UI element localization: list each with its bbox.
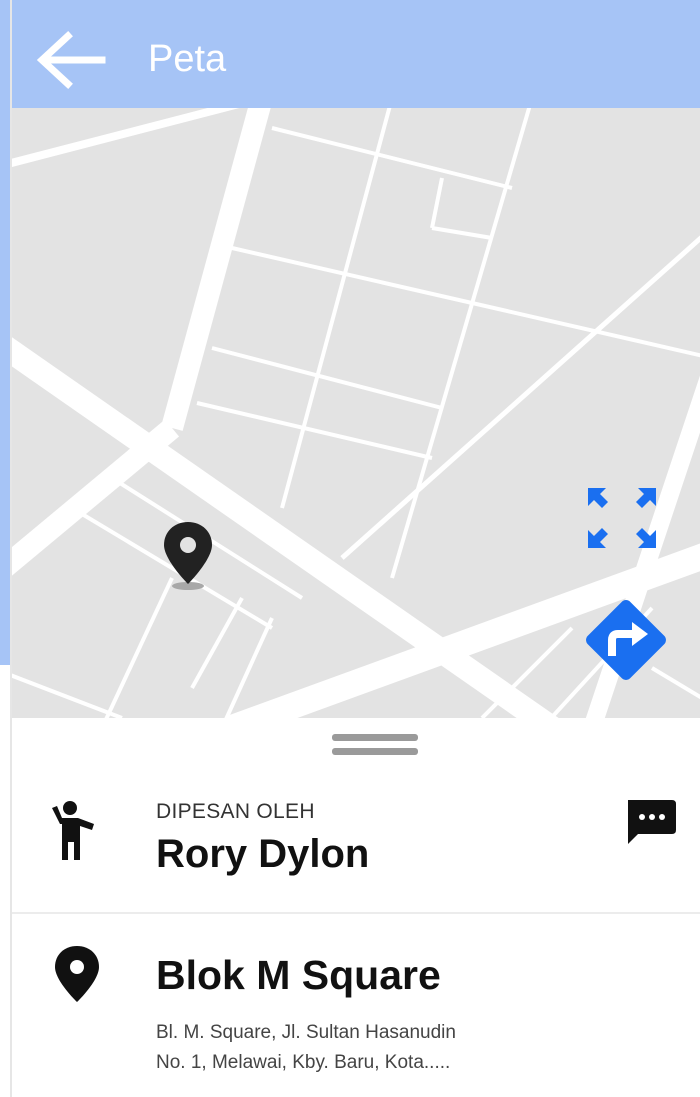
map-screen: Peta DIPESAN OLEH Rory Dylon Blok M Squa… (12, 0, 700, 1097)
arrow-left-icon (36, 31, 106, 89)
booker-name: Rory Dylon (156, 832, 370, 876)
chat-bubble-icon (628, 800, 676, 844)
person-waving-icon (48, 800, 104, 862)
booker-info: DIPESAN OLEH Rory Dylon (12, 778, 700, 914)
chat-button[interactable] (622, 796, 678, 846)
location-pin-icon (52, 944, 102, 1004)
map-pin-icon[interactable] (160, 520, 216, 592)
map-view[interactable] (12, 108, 700, 718)
place-name: Blok M Square (156, 952, 441, 998)
directions-button[interactable] (574, 588, 678, 692)
address-line-1: Bl. M. Square, Jl. Sultan Hasanudin (156, 1022, 456, 1043)
page-title: Peta (148, 38, 227, 80)
background-screen-edge (0, 0, 12, 1097)
turn-right-diamond-icon (586, 600, 666, 680)
expand-arrows-icon (588, 488, 656, 548)
address-line-2: No. 1, Melawai, Kby. Baru, Kota..... (156, 1052, 451, 1073)
back-button[interactable] (34, 30, 106, 90)
destination-info: Blok M Square Bl. M. Square, Jl. Sultan … (12, 914, 700, 1097)
fullscreen-button[interactable] (580, 480, 664, 556)
drag-handle-icon[interactable] (332, 728, 418, 756)
place-address: Bl. M. Square, Jl. Sultan Hasanudin No. … (156, 1018, 576, 1078)
booked-by-label: DIPESAN OLEH (156, 800, 315, 823)
app-bar: Peta (12, 0, 700, 108)
bottom-sheet: DIPESAN OLEH Rory Dylon Blok M Square Bl… (12, 718, 700, 1097)
